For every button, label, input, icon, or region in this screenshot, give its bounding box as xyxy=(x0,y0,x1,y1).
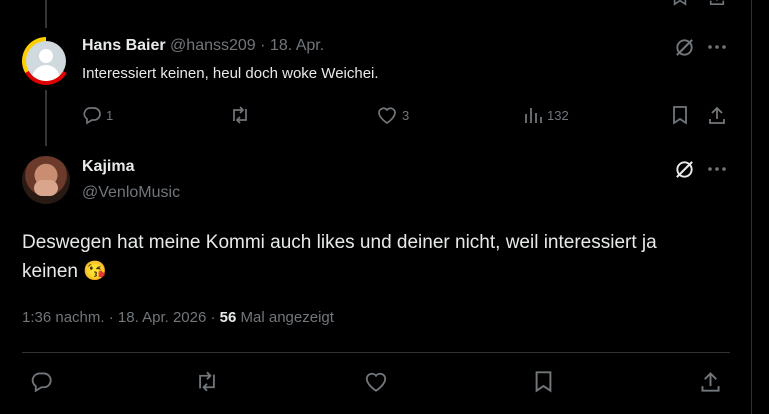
views-count: 56 xyxy=(219,309,237,326)
repost-icon xyxy=(229,105,251,125)
meta-sep: · xyxy=(108,309,114,326)
bookmark-icon-main[interactable] xyxy=(532,370,555,393)
avatar-kajima[interactable] xyxy=(22,156,70,204)
kiss-emoji: 😘 xyxy=(83,261,107,282)
views-label: Mal angezeigt xyxy=(240,309,334,326)
views-button[interactable]: 132 xyxy=(523,105,569,125)
repost-icon-main[interactable] xyxy=(194,370,220,393)
views-count: 132 xyxy=(547,107,569,123)
thread-line xyxy=(45,90,47,146)
reply-button[interactable]: 1 xyxy=(82,105,113,125)
tweet-meta: 1:36 nachm. · 18. Apr. 2026 · 56 Mal ang… xyxy=(22,309,334,326)
avatar-hans[interactable] xyxy=(22,37,70,85)
grok-icon-main[interactable] xyxy=(674,159,695,180)
reply-count: 1 xyxy=(106,107,114,123)
main-tweet-text: Deswegen hat meine Kommi auch likes und … xyxy=(22,228,662,286)
tweet-date[interactable]: 18. Apr. 2026 xyxy=(118,309,206,326)
share-icon-top[interactable] xyxy=(707,0,727,6)
views-icon xyxy=(523,105,543,125)
author-handle[interactable]: @hanss209 xyxy=(170,37,256,54)
repost-button[interactable] xyxy=(229,105,251,125)
share-icon[interactable] xyxy=(707,105,727,125)
like-button[interactable]: 3 xyxy=(376,105,409,125)
more-icon[interactable] xyxy=(707,39,727,55)
separator: · xyxy=(260,37,266,54)
reply-text: Interessiert keinen, heul doch woke Weic… xyxy=(82,65,379,82)
bookmark-icon[interactable] xyxy=(670,105,690,125)
divider xyxy=(22,352,730,353)
tweet-time[interactable]: 1:36 nachm. xyxy=(22,309,105,326)
meta-sep: · xyxy=(210,309,216,326)
scrollbar[interactable] xyxy=(751,0,752,414)
timestamp[interactable]: 18. Apr. xyxy=(270,37,324,54)
grok-icon[interactable] xyxy=(674,37,695,58)
reply-header: Hans Baier @hanss209 · 18. Apr. xyxy=(82,37,324,55)
more-icon-main[interactable] xyxy=(707,161,727,177)
main-author-handle[interactable]: @VenloMusic xyxy=(82,184,180,202)
reply-icon xyxy=(82,105,102,125)
bookmark-icon-top[interactable] xyxy=(670,0,690,6)
like-count: 3 xyxy=(402,107,410,123)
reply-icon-main[interactable] xyxy=(30,370,53,393)
like-icon-main[interactable] xyxy=(363,370,389,393)
main-author-name[interactable]: Kajima xyxy=(82,158,134,176)
like-icon xyxy=(376,105,398,125)
avatar-hands xyxy=(34,180,58,196)
avatar-placeholder xyxy=(26,41,66,81)
tweet-text: Deswegen hat meine Kommi auch likes und … xyxy=(22,232,657,282)
thread-top-line xyxy=(45,0,47,28)
author-name[interactable]: Hans Baier xyxy=(82,37,166,54)
share-icon-main[interactable] xyxy=(699,370,722,393)
